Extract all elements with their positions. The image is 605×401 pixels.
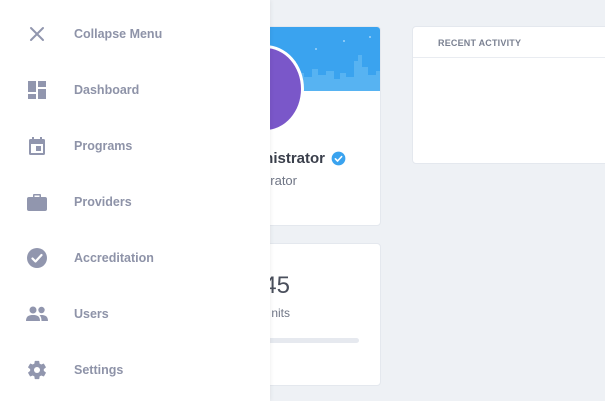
- sidebar-item-users[interactable]: Users: [0, 286, 270, 342]
- sidebar-item-providers[interactable]: Providers: [0, 174, 270, 230]
- verified-badge-icon: [331, 151, 346, 166]
- calendar-icon: [25, 134, 49, 158]
- sidebar-item-programs[interactable]: Programs: [0, 118, 270, 174]
- menu-item-label: Collapse Menu: [74, 27, 163, 41]
- dashboard-icon: [25, 78, 49, 102]
- menu-item-label: Settings: [74, 363, 124, 377]
- gear-icon: [25, 358, 49, 382]
- close-icon: [25, 22, 49, 46]
- collapse-menu-button[interactable]: Collapse Menu: [0, 6, 270, 62]
- sidebar-item-accreditation[interactable]: Accreditation: [0, 230, 270, 286]
- recent-activity-card: RECENT ACTIVITY: [412, 26, 605, 164]
- briefcase-icon: [25, 190, 49, 214]
- recent-activity-header: RECENT ACTIVITY: [413, 27, 605, 58]
- sidebar-item-dashboard[interactable]: Dashboard: [0, 62, 270, 118]
- menu-item-label: Users: [74, 307, 109, 321]
- sidebar-item-settings[interactable]: Settings: [0, 342, 270, 398]
- users-icon: [25, 302, 49, 326]
- menu-item-label: Accreditation: [74, 251, 154, 265]
- menu-item-label: Programs: [74, 139, 133, 153]
- menu-item-label: Providers: [74, 195, 132, 209]
- menu-item-label: Dashboard: [74, 83, 140, 97]
- sidebar-menu: Collapse Menu Dashboard Programs Provide…: [0, 0, 270, 401]
- check-circle-icon: [25, 246, 49, 270]
